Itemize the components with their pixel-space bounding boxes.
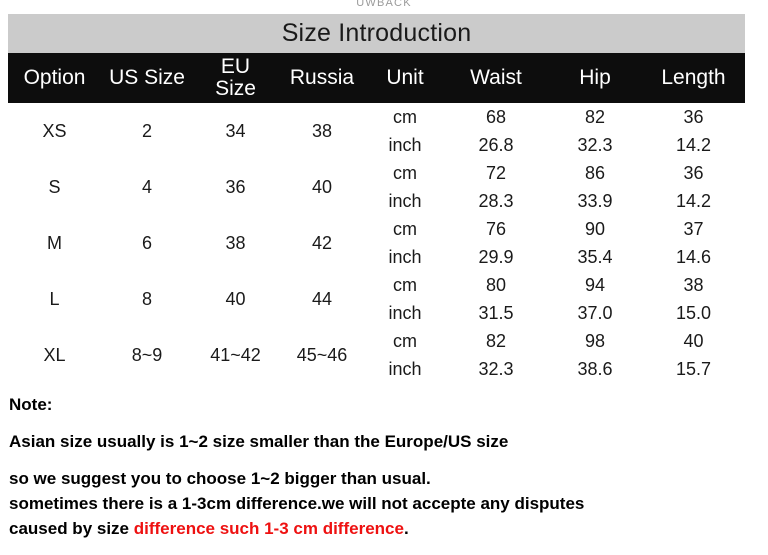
table-row: L 8 40 44 cm 80 94 38 — [8, 271, 745, 327]
size-table-block: Size Introduction Option US Size EU Size… — [8, 14, 745, 383]
cell-hip: 98 — [548, 327, 642, 355]
note-line-difference: sometimes there is a 1-3cm difference.we… — [9, 494, 585, 513]
page-title: Size Introduction — [8, 14, 745, 53]
cell-length: 40 — [642, 327, 745, 355]
note-line-asian-size: Asian size usually is 1~2 size smaller t… — [9, 432, 509, 451]
column-header-eu-size: EU Size — [193, 53, 278, 103]
cell-option: XL — [8, 327, 101, 383]
cell-unit: cm — [366, 271, 444, 299]
cell-russia: 42 — [278, 215, 366, 271]
cell-waist: 80 — [444, 271, 548, 299]
cell-hip: 35.4 — [548, 243, 642, 271]
column-header-unit: Unit — [366, 53, 444, 103]
cell-unit: cm — [366, 159, 444, 187]
cell-waist: 28.3 — [444, 187, 548, 215]
cell-length: 15.0 — [642, 299, 745, 327]
cell-length: 38 — [642, 271, 745, 299]
cell-unit: cm — [366, 103, 444, 131]
table-row: XS 2 34 38 cm 68 82 36 — [8, 103, 745, 159]
cell-waist: 29.9 — [444, 243, 548, 271]
cell-length: 14.2 — [642, 131, 745, 159]
cell-waist: 68 — [444, 103, 548, 131]
cell-option: S — [8, 159, 101, 215]
cell-unit: inch — [366, 131, 444, 159]
cell-waist: 82 — [444, 327, 548, 355]
cell-length: 37 — [642, 215, 745, 243]
cell-unit: cm — [366, 327, 444, 355]
note-line-disputes-black: caused by size — [9, 519, 134, 538]
cell-eu-size: 40 — [193, 271, 278, 327]
cell-hip: 94 — [548, 271, 642, 299]
cell-us-size: 4 — [101, 159, 193, 215]
table-row: XL 8~9 41~42 45~46 cm 82 98 40 — [8, 327, 745, 383]
column-header-hip: Hip — [548, 53, 642, 103]
cell-length: 15.7 — [642, 355, 745, 383]
table-row: M 6 38 42 cm 76 90 37 — [8, 215, 745, 271]
cell-waist: 31.5 — [444, 299, 548, 327]
cell-unit: inch — [366, 187, 444, 215]
cell-waist: 76 — [444, 215, 548, 243]
cell-eu-size: 36 — [193, 159, 278, 215]
cell-hip: 32.3 — [548, 131, 642, 159]
column-header-length: Length — [642, 53, 745, 103]
cell-russia: 45~46 — [278, 327, 366, 383]
size-table: Option US Size EU Size Russia Unit Waist… — [8, 53, 745, 383]
cell-waist: 26.8 — [444, 131, 548, 159]
eu-size-line-2: Size — [215, 77, 256, 100]
cell-unit: cm — [366, 215, 444, 243]
note-line-disputes-red: difference such 1-3 cm difference — [133, 519, 404, 538]
cell-us-size: 6 — [101, 215, 193, 271]
cell-option: M — [8, 215, 101, 271]
cell-hip: 86 — [548, 159, 642, 187]
cell-unit: inch — [366, 243, 444, 271]
note-line-disputes: caused by size difference such 1-3 cm di… — [9, 516, 759, 541]
cell-us-size: 2 — [101, 103, 193, 159]
cell-length: 36 — [642, 159, 745, 187]
cell-length: 14.2 — [642, 187, 745, 215]
note-line-suggest: so we suggest you to choose 1~2 bigger t… — [9, 469, 431, 488]
note-section: Note: Asian size usually is 1~2 size sma… — [9, 394, 759, 541]
cell-us-size: 8 — [101, 271, 193, 327]
cell-hip: 90 — [548, 215, 642, 243]
column-header-us-size: US Size — [101, 53, 193, 103]
cell-russia: 44 — [278, 271, 366, 327]
cell-eu-size: 41~42 — [193, 327, 278, 383]
cell-length: 36 — [642, 103, 745, 131]
cell-unit: inch — [366, 355, 444, 383]
cell-length: 14.6 — [642, 243, 745, 271]
cell-option: XS — [8, 103, 101, 159]
eu-size-line-1: EU — [220, 54, 251, 78]
cell-russia: 40 — [278, 159, 366, 215]
cell-hip: 33.9 — [548, 187, 642, 215]
cell-option: L — [8, 271, 101, 327]
cell-hip: 38.6 — [548, 355, 642, 383]
note-line-disputes-period: . — [403, 519, 409, 538]
cell-eu-size: 38 — [193, 215, 278, 271]
table-header-row: Option US Size EU Size Russia Unit Waist… — [8, 53, 745, 103]
cell-waist: 32.3 — [444, 355, 548, 383]
note-heading: Note: — [9, 395, 53, 414]
cell-hip: 82 — [548, 103, 642, 131]
cell-russia: 38 — [278, 103, 366, 159]
table-row: S 4 36 40 cm 72 86 36 — [8, 159, 745, 215]
cell-unit: inch — [366, 299, 444, 327]
cell-eu-size: 34 — [193, 103, 278, 159]
column-header-waist: Waist — [444, 53, 548, 103]
cell-us-size: 8~9 — [101, 327, 193, 383]
watermark-text: UWBACK — [356, 0, 412, 9]
column-header-russia: Russia — [278, 53, 366, 103]
column-header-option: Option — [8, 53, 101, 103]
table-body: XS 2 34 38 cm 68 82 36 inch 26.8 32.3 14… — [8, 103, 745, 383]
size-chart-page: UWBACK Size Introduction Option US Size … — [0, 0, 768, 555]
cell-waist: 72 — [444, 159, 548, 187]
cell-hip: 37.0 — [548, 299, 642, 327]
